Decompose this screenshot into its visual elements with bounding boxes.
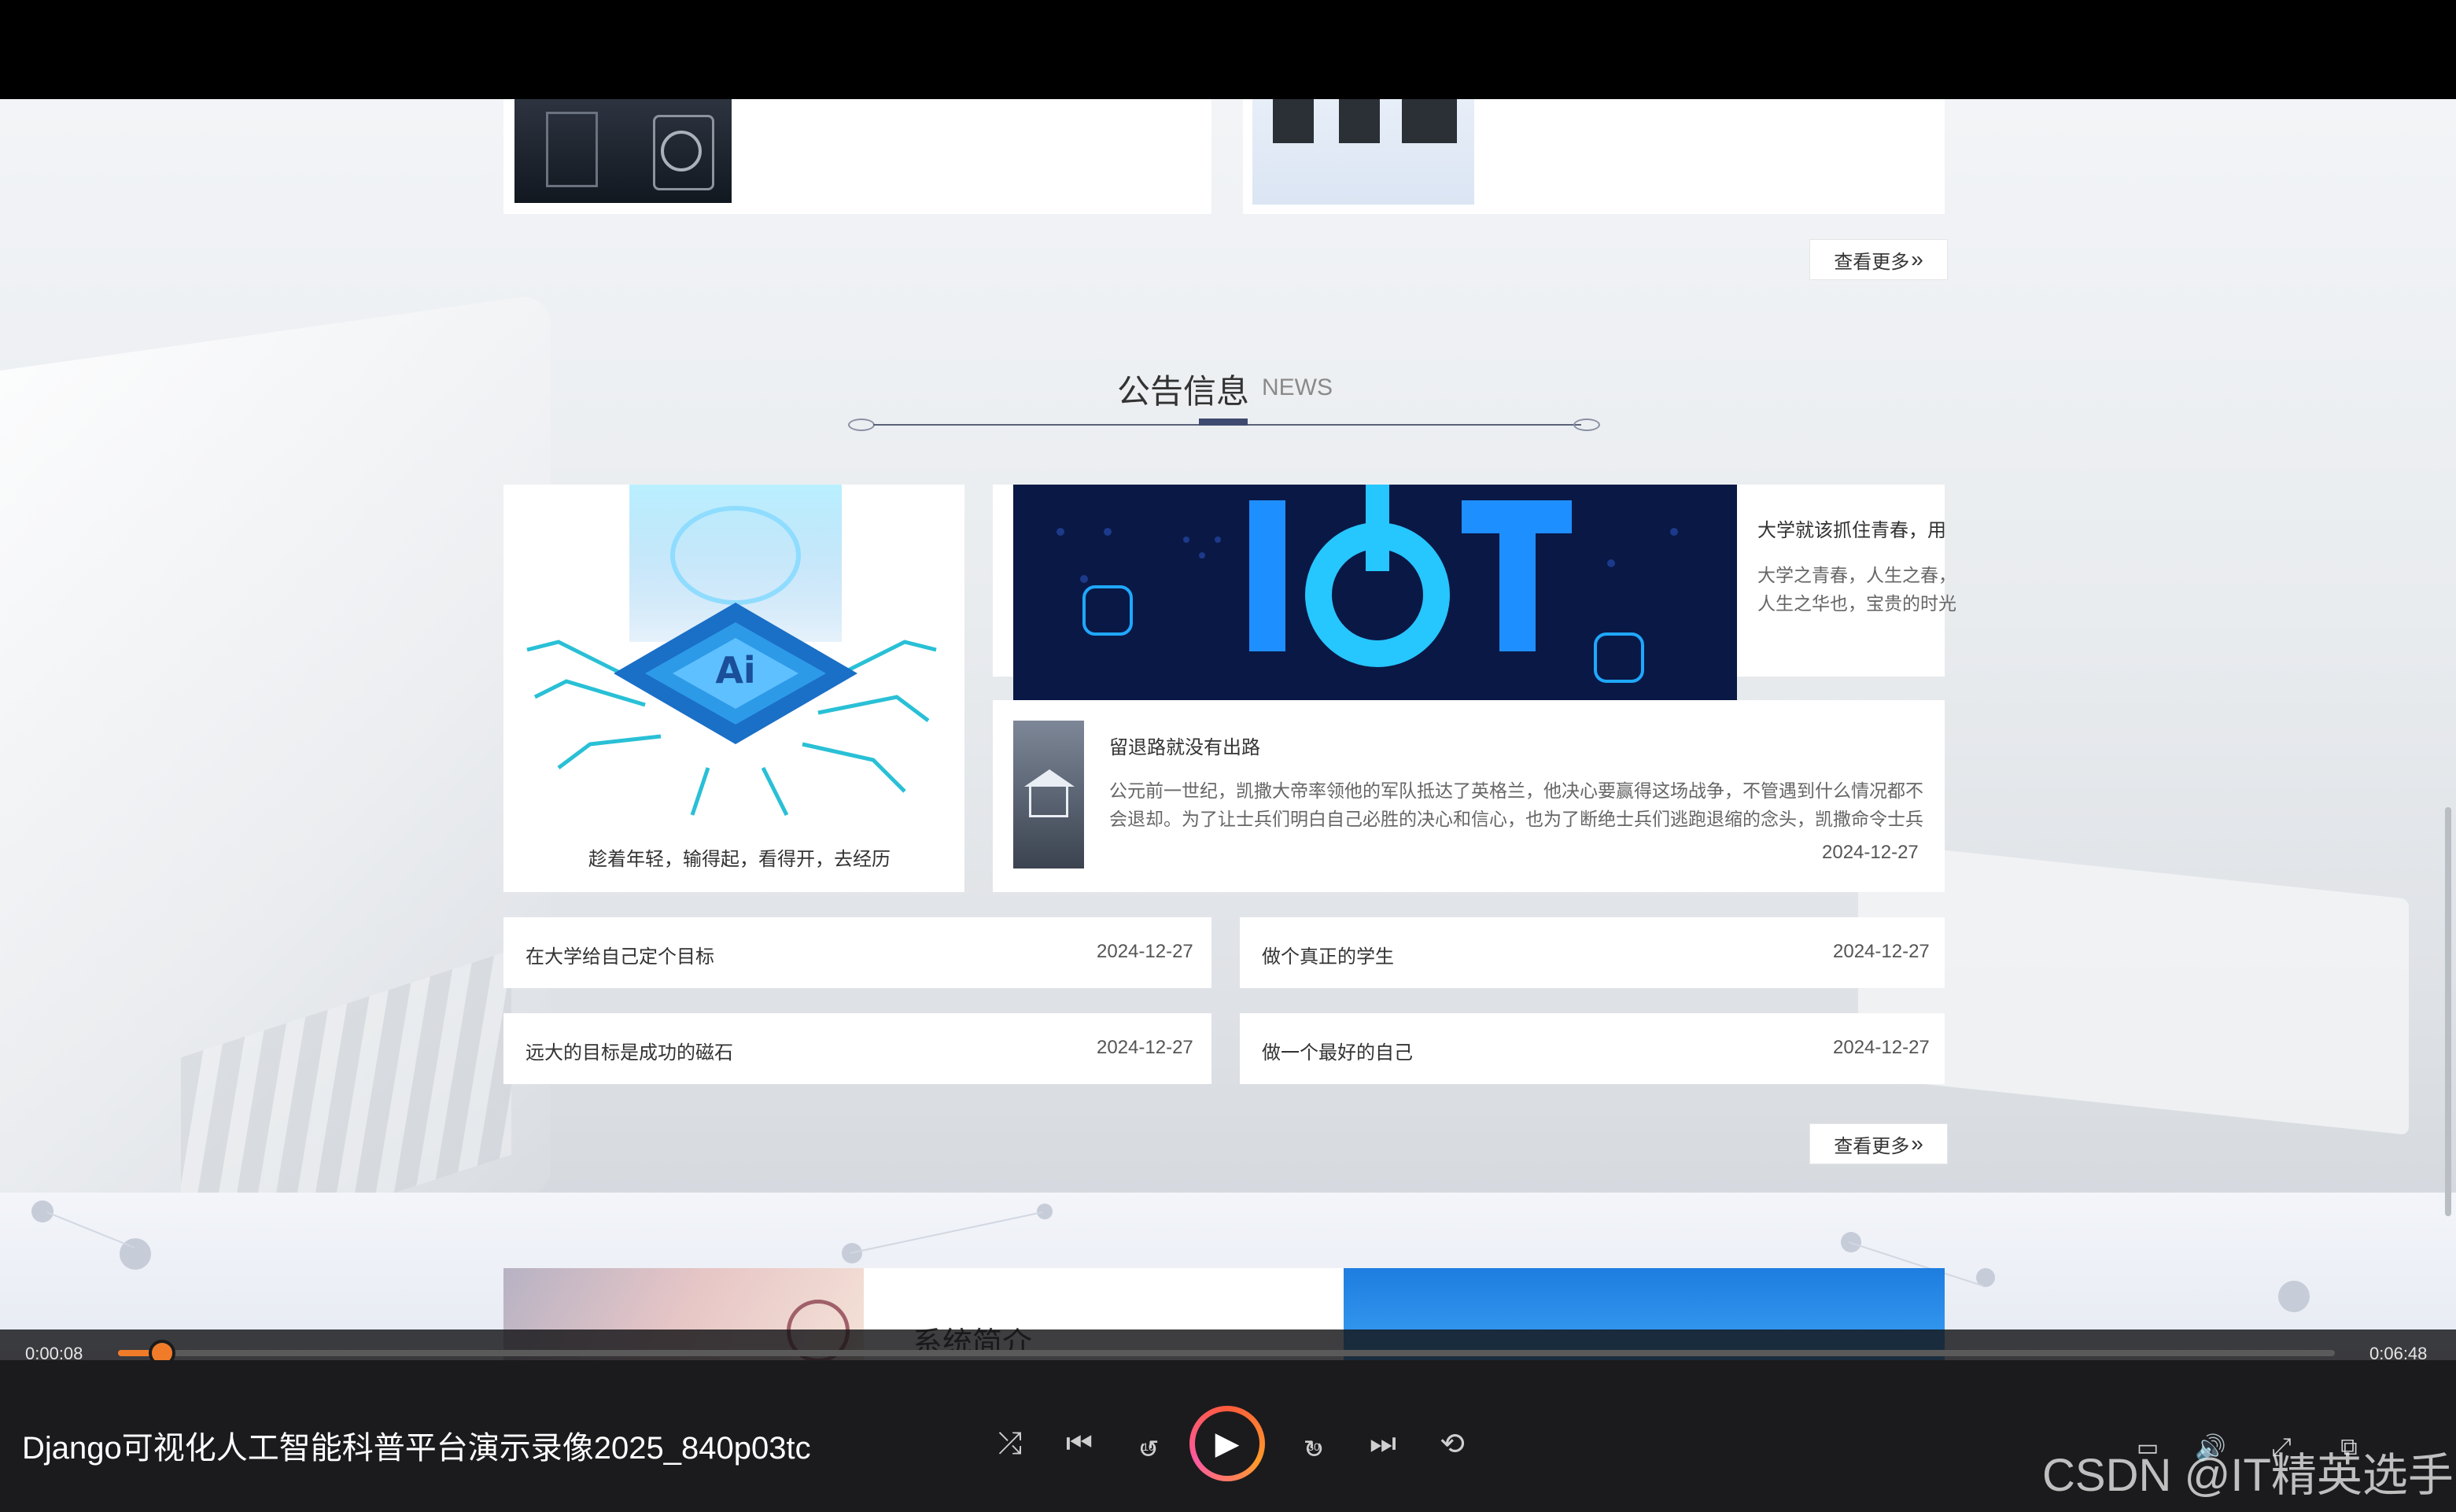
progress-strip (0, 1329, 2456, 1361)
prev-section-card-right[interactable] (1243, 99, 1945, 214)
progress-track[interactable] (118, 1350, 2335, 1356)
list-item-date: 2024-12-27 (1097, 941, 1193, 962)
list-item-date: 2024-12-27 (1097, 1037, 1193, 1058)
double-chevron-right-icon: » (1911, 247, 1923, 271)
csdn-watermark: CSDN @IT精英选手 (2042, 1450, 2454, 1501)
next-track-icon[interactable]: ⏭ (1359, 1420, 1407, 1467)
section-title: 公告信息 (1117, 373, 1250, 410)
previous-track-icon[interactable]: ⏮ (1056, 1420, 1103, 1467)
list-item[interactable]: 做一个最好的自己 2024-12-27 (1240, 1013, 1945, 1084)
iot-banner-image (1013, 485, 1737, 700)
play-button[interactable]: ▶ (1189, 1406, 1265, 1481)
double-chevron-right-icon: » (1911, 1131, 1923, 1156)
list-item-title: 在大学给自己定个目标 (525, 946, 714, 968)
banner-side-text-line1: 大学之青春，人生之春， (1757, 565, 1956, 585)
ai-chip-image: Ai (526, 485, 937, 817)
title-underline-accent (1199, 419, 1248, 426)
article-thumbnail (1013, 721, 1084, 868)
title-line-right-cap (1573, 419, 1600, 431)
video-title: Django可视化人工智能科普平台演示录像2025_840p03tc (22, 1431, 811, 1466)
appliance-image (514, 99, 732, 203)
forward-30-icon[interactable]: ↻ 30 (1290, 1420, 1337, 1467)
svg-text:Ai: Ai (715, 649, 755, 691)
page-scrollbar[interactable] (2445, 807, 2451, 1216)
prev-section-card-left[interactable] (503, 99, 1211, 214)
rewind-10-icon[interactable]: ↺ 10 (1125, 1420, 1172, 1467)
repeat-icon[interactable]: ⟲ (1429, 1420, 1476, 1467)
list-item[interactable]: 远大的目标是成功的磁石 2024-12-27 (503, 1013, 1211, 1084)
banner-news-card[interactable]: 大学就该抓住青春，用 大学之青春，人生之春， 人生之华也，宝贵的时光 (993, 485, 1956, 700)
app-screens-image (1252, 99, 1474, 205)
web-page-viewport: 查看更多» 公告信息 NEWS Ai 趁着年轻，输得起，看得开，去经历 大学就该… (0, 99, 2456, 1360)
section-subtitle: NEWS (1262, 374, 1333, 400)
list-item-title: 做个真正的学生 (1262, 946, 1394, 968)
list-item[interactable]: 做个真正的学生 2024-12-27 (1240, 917, 1945, 988)
article-excerpt-line2: 会退却。为了让士兵们明白自己必胜的决心和信心，也为了断绝士兵们逃跑退缩的念头，凯… (1109, 809, 1923, 829)
play-icon: ▶ (1195, 1411, 1259, 1476)
title-line-left-cap (848, 419, 875, 431)
list-item-title: 做一个最好的自己 (1262, 1042, 1413, 1064)
article-date: 2024-12-27 (1822, 842, 1919, 863)
article-news-card[interactable]: 留退路就没有出路 公元前一世纪，凯撒大帝率领他的军队抵达了英格兰，他决心要赢得这… (993, 700, 1945, 892)
feature-caption: 趁着年轻，输得起，看得开，去经历 (588, 849, 891, 870)
feature-news-card[interactable]: Ai 趁着年轻，输得起，看得开，去经历 (503, 485, 964, 892)
view-more-button-news[interactable]: 查看更多» (1809, 1123, 1948, 1164)
list-item-date: 2024-12-27 (1833, 941, 1930, 962)
list-item-title: 远大的目标是成功的磁石 (525, 1042, 733, 1064)
view-more-button-top[interactable]: 查看更多» (1809, 239, 1948, 280)
top-black-bar (0, 0, 2456, 99)
banner-side-title: 大学就该抓住青春，用 (1757, 520, 1946, 541)
article-excerpt-line1: 公元前一世纪，凯撒大帝率领他的军队抵达了英格兰，他决心要赢得这场战争，不管遇到什… (1109, 780, 1923, 801)
list-item-date: 2024-12-27 (1833, 1037, 1930, 1058)
shuffle-icon[interactable]: ⤮ (986, 1420, 1034, 1467)
list-item[interactable]: 在大学给自己定个目标 2024-12-27 (503, 917, 1211, 988)
article-title[interactable]: 留退路就没有出路 (1109, 732, 1260, 759)
banner-side-text-line2: 人生之华也，宝贵的时光 (1757, 593, 1956, 614)
